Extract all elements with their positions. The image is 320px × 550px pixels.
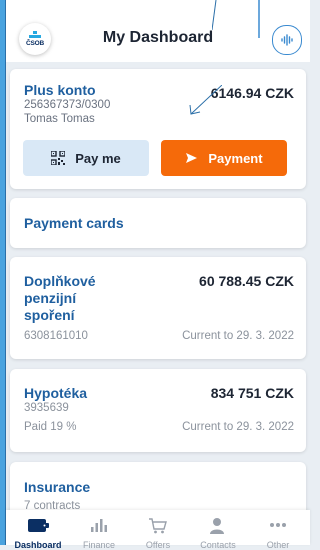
account-number: 256367373/0300: [24, 99, 111, 111]
payment-button[interactable]: Payment: [161, 140, 287, 176]
payment-label: Payment: [208, 150, 263, 166]
pay-me-button[interactable]: Pay me: [23, 140, 149, 176]
voice-wave-icon: [281, 34, 293, 46]
annotation-arrow: [189, 85, 222, 115]
qr-code-icon: [51, 151, 66, 165]
pension-number: 6308161010: [24, 330, 88, 342]
pension-card[interactable]: Doplňkové penzijní spoření 60 788.45 CZK…: [10, 257, 306, 359]
nav-contacts-label: Contacts: [200, 540, 236, 550]
payment-cards-card[interactable]: Payment cards: [10, 198, 306, 248]
chart-bars-icon: [91, 519, 107, 532]
pension-current: Current to 29. 3. 2022: [182, 330, 294, 342]
pay-me-label: Pay me: [75, 150, 121, 166]
nav-other-label: Other: [266, 540, 290, 550]
payment-cards-title: Payment cards: [24, 215, 124, 231]
nav-contacts[interactable]: Contacts: [188, 510, 248, 550]
nav-dashboard-label: Dashboard: [14, 540, 62, 550]
mortgage-title: Hypotéka: [24, 385, 88, 401]
nav-offers[interactable]: Offers: [128, 510, 188, 550]
pension-title: Doplňkové penzijní spoření: [24, 273, 96, 323]
send-arrow-icon: [185, 152, 198, 164]
header: ČSOB My Dashboard: [6, 0, 310, 62]
app-screen: ČSOB My Dashboard Plus konto 256367373/0…: [6, 0, 310, 550]
mortgage-number: 3935639: [24, 402, 69, 414]
mortgage-paid: Paid 19 %: [24, 421, 77, 433]
nav-offers-label: Offers: [145, 540, 171, 550]
account-name: Plus konto: [24, 82, 96, 98]
page-title: My Dashboard: [102, 29, 214, 46]
mortgage-current: Current to 29. 3. 2022: [182, 421, 294, 433]
nav-finance-label: Finance: [82, 540, 116, 550]
person-icon: [210, 518, 224, 534]
cart-icon: [149, 518, 167, 534]
account-card[interactable]: Plus konto 256367373/0300 Tomas Tomas 61…: [10, 69, 306, 189]
more-dots-icon: [270, 523, 286, 527]
nav-finance[interactable]: Finance: [69, 510, 129, 550]
nav-other[interactable]: Other: [248, 510, 308, 550]
bottom-navigation: Dashboard Finance Offers Contacts Other: [6, 510, 310, 550]
account-balance: 6146.94 CZK: [210, 85, 294, 101]
mortgage-amount: 834 751 CZK: [210, 385, 294, 401]
pension-amount: 60 788.45 CZK: [199, 273, 294, 289]
mortgage-card[interactable]: Hypotéka 834 751 CZK 3935639 Paid 19 % C…: [10, 369, 306, 452]
nav-dashboard[interactable]: Dashboard: [8, 510, 68, 550]
account-owner: Tomas Tomas: [24, 113, 95, 125]
wallet-icon: [28, 519, 49, 532]
voice-assistant-button[interactable]: [272, 25, 302, 55]
insurance-title: Insurance: [24, 479, 91, 495]
